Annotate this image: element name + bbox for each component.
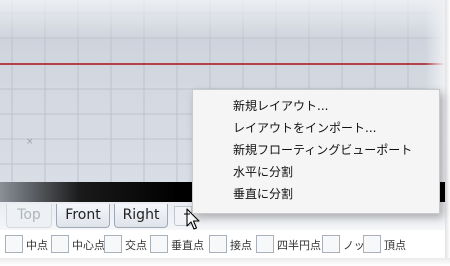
osnap-quadrant-checkbox[interactable] xyxy=(256,235,274,253)
origin-marker: × xyxy=(26,137,34,147)
tab-front[interactable]: Front xyxy=(56,204,110,228)
osnap-center-label: 中心点 xyxy=(72,239,105,252)
x-axis-line xyxy=(0,63,445,65)
osnap-vertex-checkbox[interactable] xyxy=(363,235,381,253)
menu-item-split-vertical[interactable]: 垂直に分割 xyxy=(233,185,293,203)
osnap-perpendicular-checkbox[interactable] xyxy=(150,235,168,253)
osnap-intersection-label: 交点 xyxy=(125,239,147,252)
osnap-quadrant-label: 四半円点 xyxy=(277,239,321,252)
osnap-toolbar: 中点 中心点 交点 垂直点 接点 四半円点 ノット 頂点 xyxy=(0,234,445,254)
menu-item-import-layout[interactable]: レイアウトをインポート... xyxy=(233,119,376,137)
menu-item-new-layout[interactable]: 新規レイアウト... xyxy=(233,97,328,115)
osnap-knot-checkbox[interactable] xyxy=(322,235,340,253)
osnap-center-checkbox[interactable] xyxy=(51,235,69,253)
osnap-tangent-label: 接点 xyxy=(230,239,252,252)
menu-item-split-horizontal[interactable]: 水平に分割 xyxy=(233,163,293,181)
osnap-perpendicular-label: 垂直点 xyxy=(171,239,204,252)
osnap-tangent-checkbox[interactable] xyxy=(209,235,227,253)
menu-item-new-floating-viewport[interactable]: 新規フローティングビューポート xyxy=(233,141,412,159)
osnap-vertex-label: 頂点 xyxy=(384,239,406,252)
osnap-midpoint-label: 中点 xyxy=(26,239,48,252)
rhino-window: × Top Front Right 中点 中心点 交点 垂直点 接点 四半円点 … xyxy=(0,0,450,266)
viewport-tab-context-menu: 新規レイアウト... レイアウトをインポート... 新規フローティングビューポー… xyxy=(192,89,440,214)
tab-top[interactable]: Top xyxy=(6,204,52,228)
osnap-intersection-checkbox[interactable] xyxy=(104,235,122,253)
osnap-midpoint-checkbox[interactable] xyxy=(5,235,23,253)
tab-right[interactable]: Right xyxy=(114,204,168,228)
